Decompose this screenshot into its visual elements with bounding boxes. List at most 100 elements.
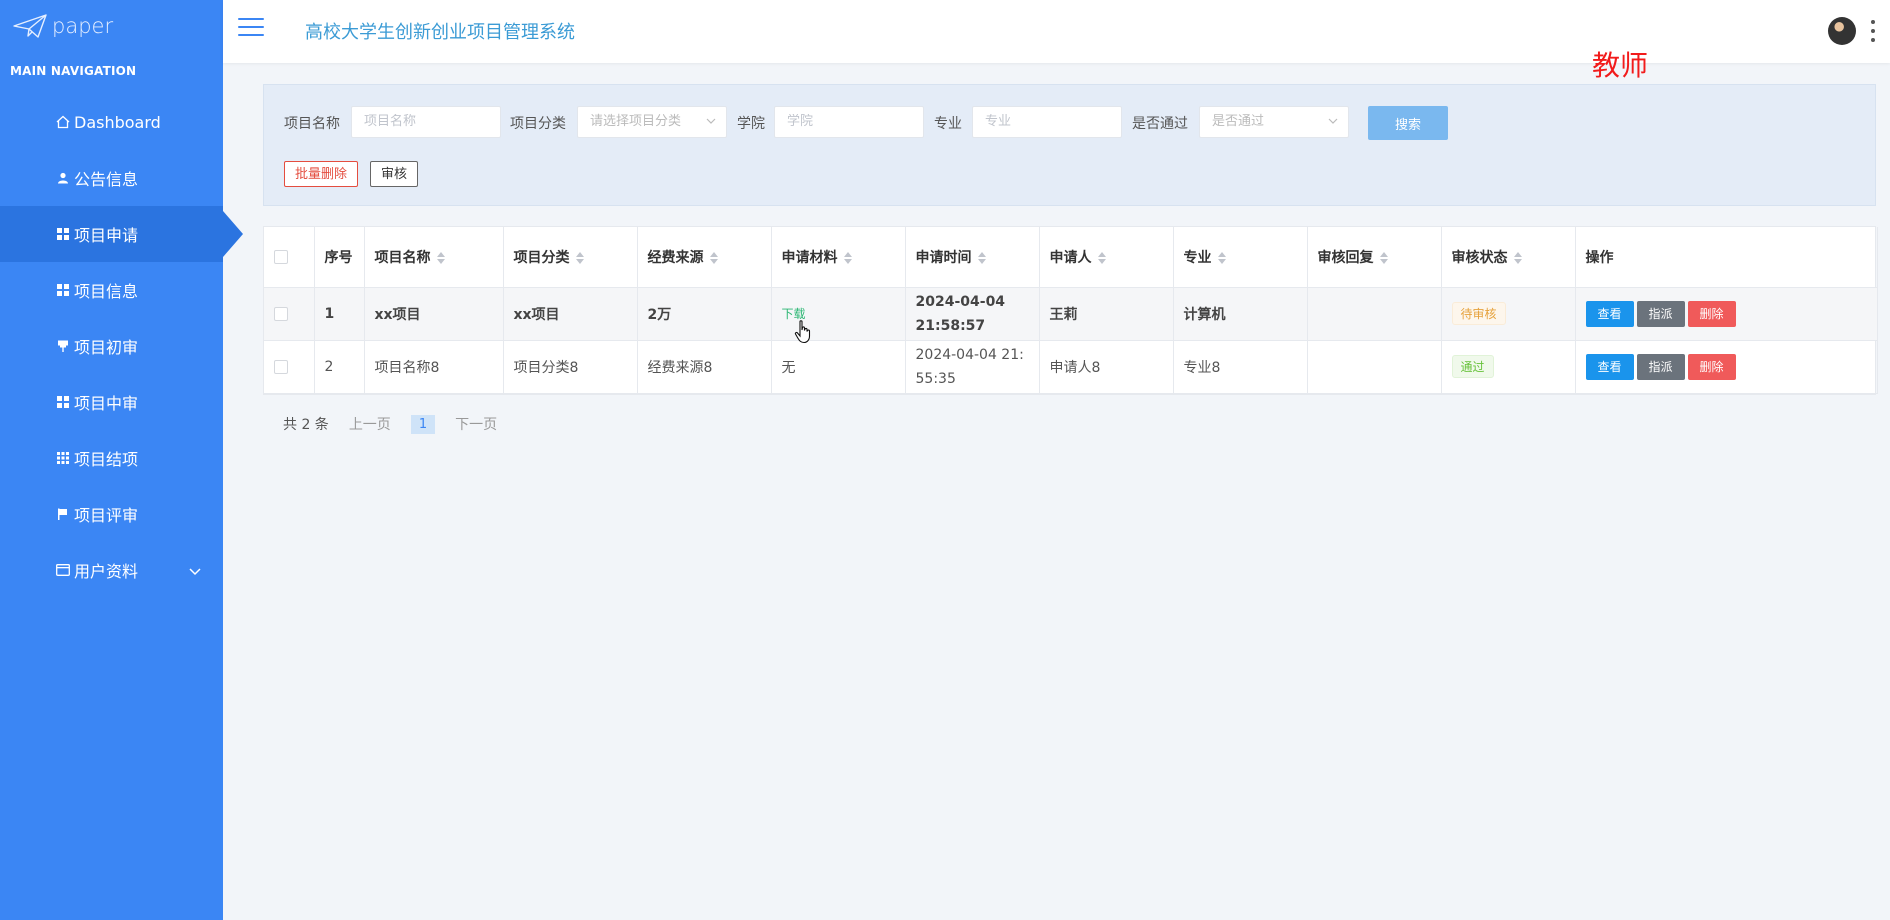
column-label: 审核回复 — [1317, 249, 1374, 266]
column-header[interactable]: 申请人 — [1039, 227, 1174, 288]
cell-category: xx项目 — [503, 287, 638, 341]
cell-funding: 2万 — [637, 287, 772, 341]
assign-button[interactable]: 指派 — [1636, 353, 1685, 380]
sidebar-item-label: 项目申请 — [74, 226, 139, 245]
menu-toggle-icon[interactable] — [238, 18, 264, 40]
logo[interactable]: paper — [0, 0, 223, 52]
actions-cell: 查看 指派 删除 — [1575, 340, 1878, 394]
sidebar-item-label: 用户资料 — [74, 562, 139, 581]
delete-button[interactable]: 删除 — [1687, 353, 1736, 380]
batch-delete-button[interactable]: 批量删除 — [284, 161, 359, 187]
view-button[interactable]: 查看 — [1585, 353, 1634, 380]
sort-icon[interactable] — [436, 251, 445, 264]
status-badge: 通过 — [1451, 355, 1494, 378]
sidebar: paper MAIN NAVIGATION Dashboard 公告信息 项目申… — [0, 0, 243, 920]
table-row[interactable]: 1 xx项目 xx项目 2万 下载 2024-04-04 21:58:57 王莉… — [264, 287, 1878, 341]
download-link[interactable]: 下载 — [782, 307, 806, 321]
sidebar-item-label: 项目评审 — [74, 506, 139, 525]
table-header-row: 序号 项目名称 项目分类 经费来源 申请材料 申请时间 申请人 专业 审核回复 … — [264, 227, 1878, 288]
column-header[interactable]: 审核回复 — [1307, 227, 1442, 288]
project-name-input[interactable] — [364, 114, 488, 129]
cell-reply — [1307, 287, 1442, 341]
major-input[interactable] — [985, 114, 1109, 129]
chevron-down-icon — [1328, 118, 1338, 124]
sidebar-item-project-application[interactable]: 项目申请 — [0, 206, 243, 262]
search-panel: 项目名称 项目分类 请选择项目分类 学院 专业 是否通过 是否通过 搜索 批量删… — [263, 84, 1876, 206]
sidebar-item-label: 公告信息 — [74, 170, 139, 189]
hand-pointer-icon — [794, 320, 811, 344]
column-header: 操作 — [1575, 227, 1878, 288]
sidebar-item-initial-review[interactable]: 项目初审 — [0, 318, 223, 374]
paper-plane-icon — [13, 14, 47, 38]
more-options-icon[interactable] — [1870, 20, 1876, 42]
avatar[interactable] — [1828, 17, 1856, 45]
flag-icon — [56, 507, 70, 521]
column-label: 序号 — [324, 249, 353, 266]
assign-button[interactable]: 指派 — [1636, 300, 1685, 327]
pass-label: 是否通过 — [1132, 116, 1188, 132]
major-field[interactable] — [972, 106, 1122, 138]
cell-category: 项目分类8 — [503, 340, 638, 394]
select-all-checkbox[interactable] — [274, 249, 288, 264]
sidebar-item-evaluation[interactable]: 项目评审 — [0, 486, 223, 542]
home-icon — [56, 115, 70, 129]
actions-cell: 查看 指派 删除 — [1575, 287, 1878, 341]
page-number-button[interactable]: 1 — [410, 414, 436, 434]
column-header[interactable]: 申请时间 — [905, 227, 1040, 288]
app-title: 高校大学生创新创业项目管理系统 — [305, 22, 575, 43]
chevron-down-icon[interactable] — [189, 561, 201, 580]
column-header[interactable]: 申请材料 — [771, 227, 906, 288]
column-label: 操作 — [1585, 249, 1614, 266]
row-checkbox[interactable] — [274, 359, 288, 374]
college-input[interactable] — [787, 114, 911, 129]
sidebar-item-label: 项目信息 — [74, 282, 139, 301]
sort-icon[interactable] — [843, 251, 852, 264]
project-name-field[interactable] — [351, 106, 501, 138]
college-field[interactable] — [774, 106, 924, 138]
column-header[interactable]: 专业 — [1173, 227, 1308, 288]
column-label: 项目分类 — [513, 249, 570, 266]
sort-icon[interactable] — [977, 251, 986, 264]
project-table: 序号 项目名称 项目分类 经费来源 申请材料 申请时间 申请人 专业 审核回复 … — [263, 226, 1878, 395]
card-icon — [56, 563, 70, 577]
next-page-button[interactable]: 下一页 — [455, 414, 497, 434]
sidebar-item-project-info[interactable]: 项目信息 — [0, 262, 223, 318]
pass-select[interactable]: 是否通过 — [1199, 106, 1349, 138]
cell-time: 2024-04-04 21:58:57 — [905, 287, 1040, 341]
sort-icon[interactable] — [709, 251, 718, 264]
cell-reply — [1307, 340, 1442, 394]
pagination: 共 2 条 上一页 1 下一页 — [283, 414, 497, 434]
sidebar-item-mid-review[interactable]: 项目中审 — [0, 374, 223, 430]
column-label: 经费来源 — [647, 249, 704, 266]
column-header[interactable]: 项目名称 — [364, 227, 504, 288]
college-label: 学院 — [737, 116, 765, 132]
sidebar-item-user-profile[interactable]: 用户资料 — [0, 542, 223, 598]
audit-button[interactable]: 审核 — [370, 161, 419, 187]
cell-applicant: 王莉 — [1039, 287, 1174, 341]
grid-icon — [56, 227, 70, 241]
sort-icon[interactable] — [1097, 251, 1106, 264]
sidebar-item-announcements[interactable]: 公告信息 — [0, 150, 223, 206]
cell-name: xx项目 — [364, 287, 504, 341]
column-header[interactable]: 项目分类 — [503, 227, 638, 288]
view-button[interactable]: 查看 — [1585, 300, 1634, 327]
delete-button[interactable]: 删除 — [1687, 300, 1736, 327]
sort-icon[interactable] — [1217, 251, 1226, 264]
search-button[interactable]: 搜索 — [1368, 106, 1448, 140]
chevron-down-icon — [706, 118, 716, 124]
table-row[interactable]: 2 项目名称8 项目分类8 经费来源8 无 2024-04-04 21:55:3… — [264, 340, 1878, 394]
sidebar-item-dashboard[interactable]: Dashboard — [0, 94, 223, 150]
project-category-select[interactable]: 请选择项目分类 — [577, 106, 727, 138]
sidebar-item-completion[interactable]: 项目结项 — [0, 430, 223, 486]
grid-icon — [56, 283, 70, 297]
sort-icon[interactable] — [1513, 251, 1522, 264]
column-header[interactable]: 经费来源 — [637, 227, 772, 288]
prev-page-button[interactable]: 上一页 — [349, 414, 391, 434]
column-header[interactable]: 审核状态 — [1441, 227, 1576, 288]
row-checkbox[interactable] — [274, 306, 288, 321]
select-all-cell — [264, 227, 315, 288]
sort-icon[interactable] — [575, 251, 584, 264]
major-label: 专业 — [934, 116, 962, 132]
cell-index: 1 — [314, 287, 365, 341]
sort-icon[interactable] — [1379, 251, 1388, 264]
